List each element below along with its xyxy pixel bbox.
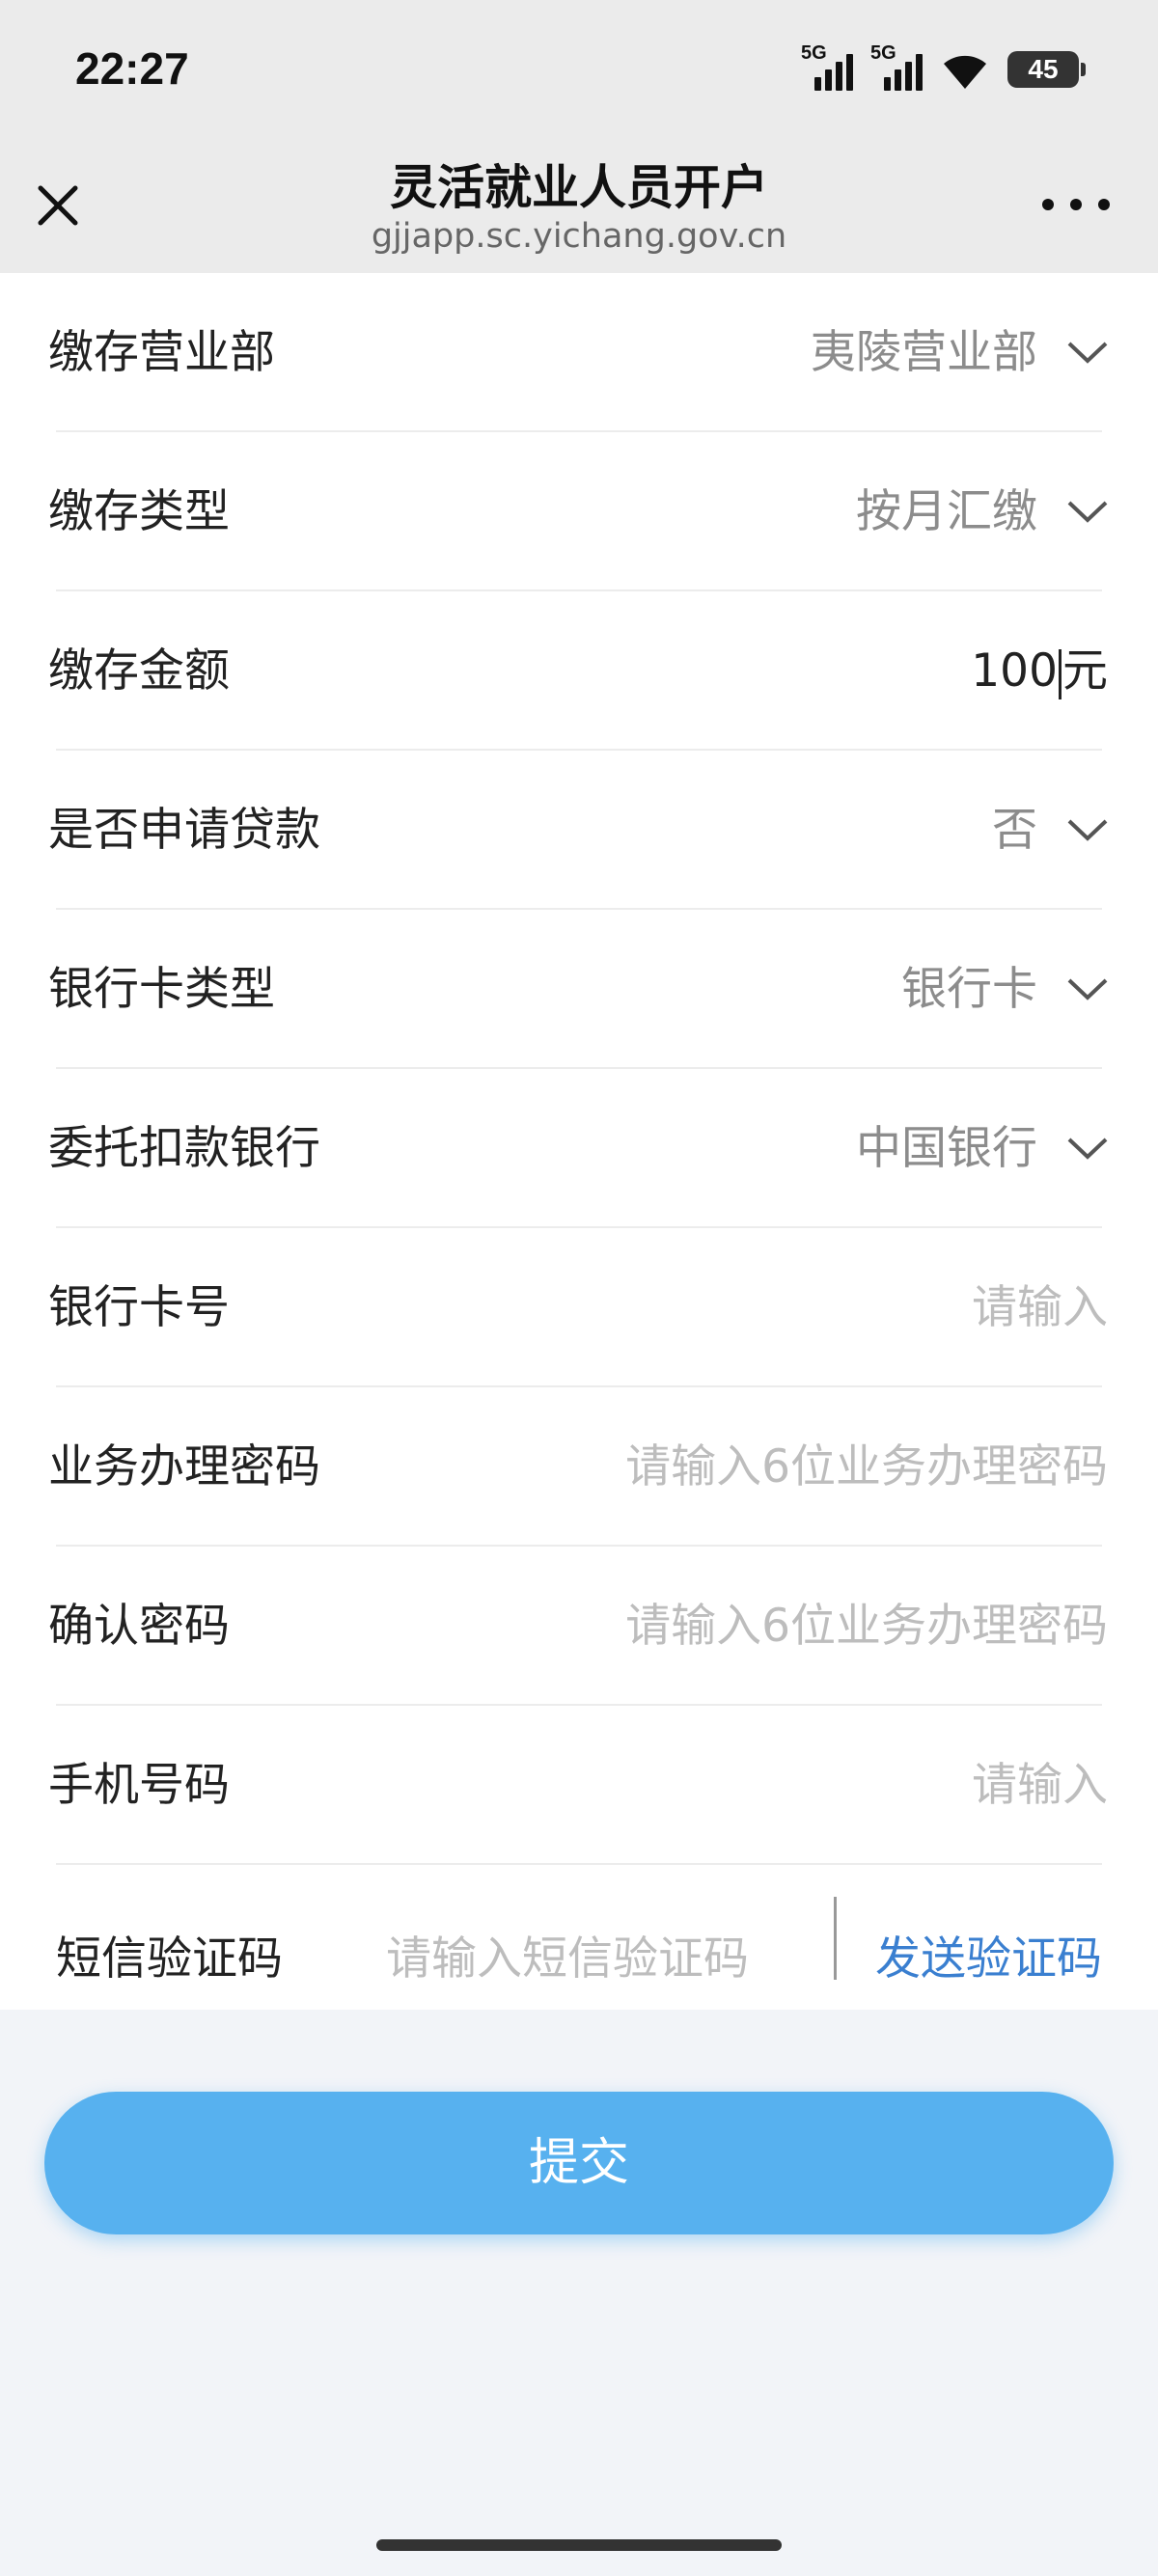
row-label: 缴存营业部 — [48, 326, 275, 379]
send-code-button[interactable]: 发送验证码 — [875, 1879, 1102, 2039]
divider — [56, 1863, 1102, 1865]
chevron-down-icon[interactable] — [1065, 967, 1110, 1011]
row-label: 委托扣款银行 — [48, 1122, 320, 1175]
status-time: 22:27 — [75, 43, 189, 94]
status-bar: 22:27 5G 5G 45 — [0, 0, 1158, 140]
page-title: 灵活就业人员开户 — [389, 160, 768, 215]
row-card-number: 银行卡号 — [0, 1228, 1158, 1387]
chevron-down-icon[interactable] — [1065, 330, 1110, 374]
row-password: 业务办理密码 — [0, 1387, 1158, 1547]
signal-icon: 5G — [801, 42, 853, 91]
row-apply-loan[interactable]: 是否申请贷款 否 — [0, 751, 1158, 910]
nav-bar: 灵活就业人员开户 gjjapp.sc.yichang.gov.cn — [0, 140, 1158, 273]
home-indicator[interactable] — [376, 2539, 782, 2551]
phone-input[interactable] — [510, 1744, 1108, 1826]
wifi-icon — [944, 55, 986, 89]
select-value[interactable]: 否 — [992, 751, 1037, 910]
status-icons: 5G 5G 45 — [801, 42, 1086, 91]
row-deposit-branch[interactable]: 缴存营业部 夷陵营业部 — [0, 273, 1158, 432]
row-confirm-password: 确认密码 — [0, 1547, 1158, 1706]
submit-button[interactable]: 提交 — [44, 2092, 1114, 2234]
chevron-down-icon[interactable] — [1065, 489, 1110, 534]
row-deposit-amount[interactable]: 缴存金额 100 元 — [0, 591, 1158, 751]
amount-unit: 元 — [1062, 644, 1108, 698]
chevron-down-icon[interactable] — [1065, 1126, 1110, 1170]
battery-icon: 45 — [1007, 51, 1086, 88]
select-value[interactable]: 按月汇缴 — [856, 432, 1037, 591]
row-label: 业务办理密码 — [48, 1440, 320, 1494]
row-label: 银行卡类型 — [48, 963, 275, 1016]
chevron-down-icon[interactable] — [1065, 808, 1110, 852]
text-caret — [1059, 648, 1062, 699]
row-phone: 手机号码 — [0, 1706, 1158, 1865]
more-icon[interactable] — [1042, 190, 1110, 219]
row-debit-bank[interactable]: 委托扣款银行 中国银行 — [0, 1069, 1158, 1228]
row-label: 银行卡号 — [48, 1281, 230, 1334]
confirm-password-input[interactable] — [510, 1585, 1108, 1667]
sms-divider — [834, 1897, 837, 1980]
select-value[interactable]: 中国银行 — [856, 1069, 1037, 1228]
row-label: 缴存类型 — [48, 485, 230, 538]
amount-value: 100 — [971, 644, 1058, 698]
password-input[interactable] — [510, 1426, 1108, 1508]
card-number-input[interactable] — [510, 1267, 1108, 1349]
select-value[interactable]: 夷陵营业部 — [811, 273, 1037, 432]
row-label: 手机号码 — [48, 1759, 230, 1812]
amount-field[interactable]: 100 元 — [971, 591, 1108, 751]
account-form: 缴存营业部 夷陵营业部 缴存类型 按月汇缴 缴存金额 100 元 是否申请贷款 否… — [0, 273, 1158, 2010]
row-label: 是否申请贷款 — [48, 804, 320, 857]
page-url: gjjapp.sc.yichang.gov.cn — [371, 217, 787, 256]
row-label: 缴存金额 — [48, 644, 230, 698]
row-label: 确认密码 — [48, 1600, 230, 1653]
row-deposit-type[interactable]: 缴存类型 按月汇缴 — [0, 432, 1158, 591]
row-label: 短信验证码 — [56, 1932, 283, 1986]
row-card-type[interactable]: 银行卡类型 银行卡 — [0, 910, 1158, 1069]
select-value[interactable]: 银行卡 — [901, 910, 1037, 1069]
sms-code-input[interactable] — [386, 1918, 801, 2000]
signal-icon: 5G — [870, 42, 923, 91]
